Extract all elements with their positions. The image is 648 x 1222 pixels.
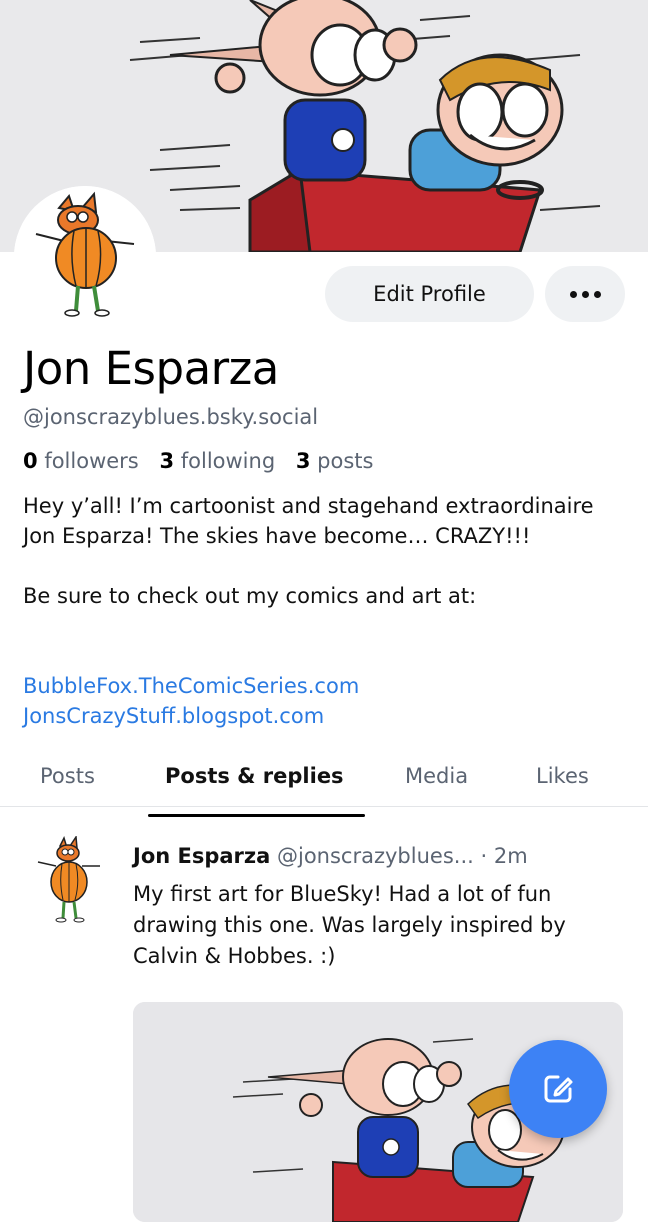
- post-author-handle[interactable]: @jonscrazyblues...: [277, 844, 474, 868]
- post-author-avatar[interactable]: [34, 834, 104, 924]
- profile-avatar[interactable]: [14, 186, 156, 328]
- ellipsis-icon: [593, 290, 601, 298]
- profile-handle: @jonscrazyblues.bsky.social: [23, 405, 319, 429]
- compose-button[interactable]: [509, 1040, 607, 1138]
- following-count: 3: [159, 449, 175, 473]
- edit-profile-button[interactable]: Edit Profile: [325, 266, 534, 322]
- ellipsis-icon: [569, 290, 577, 298]
- followers-label: followers: [44, 449, 139, 473]
- profile-bio: Hey y’all! I’m cartoonist and stagehand …: [23, 491, 623, 611]
- active-tab-indicator: [148, 814, 365, 817]
- post-separator: ·: [480, 844, 488, 868]
- following-stat[interactable]: 3 following: [159, 449, 275, 473]
- post-text: My first art for BlueSky! Had a lot of f…: [133, 882, 566, 968]
- ellipsis-icon: [581, 290, 589, 298]
- profile-name: Jon Esparza: [23, 342, 279, 395]
- tab-posts-and-replies[interactable]: Posts & replies: [165, 764, 344, 788]
- posts-count: 3: [295, 449, 311, 473]
- post-timestamp[interactable]: 2m: [494, 844, 528, 868]
- profile-links: BubbleFox.TheComicSeries.com JonsCrazySt…: [23, 671, 359, 731]
- followers-stat[interactable]: 0 followers: [23, 449, 139, 473]
- compose-icon: [544, 1075, 573, 1103]
- following-label: following: [180, 449, 276, 473]
- more-options-button[interactable]: [545, 266, 625, 322]
- posts-stat: 3 posts: [296, 449, 374, 473]
- tab-media[interactable]: Media: [405, 764, 468, 788]
- followers-count: 0: [23, 449, 38, 473]
- profile-stats: 0 followers 3 following 3 posts: [23, 449, 387, 473]
- post-author-name[interactable]: Jon Esparza: [133, 844, 270, 868]
- tab-likes[interactable]: Likes: [536, 764, 589, 788]
- profile-link[interactable]: JonsCrazyStuff.blogspot.com: [23, 701, 359, 731]
- bio-paragraph: Hey y’all! I’m cartoonist and stagehand …: [23, 494, 594, 548]
- tab-posts[interactable]: Posts: [40, 764, 95, 788]
- profile-link[interactable]: BubbleFox.TheComicSeries.com: [23, 671, 359, 701]
- post-header: Jon Esparza @jonscrazyblues... · 2m: [133, 844, 528, 868]
- posts-label: posts: [317, 449, 374, 473]
- bio-paragraph: Be sure to check out my comics and art a…: [23, 584, 477, 608]
- profile-tabs: Posts Posts & replies Media Likes: [0, 748, 648, 807]
